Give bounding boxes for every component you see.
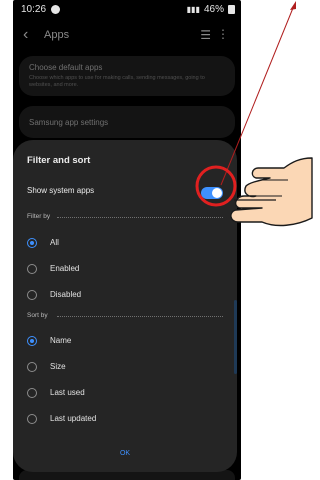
annotation-overlay	[195, 1, 313, 227]
annotation-circle	[195, 165, 237, 207]
annotation-arrow-head	[290, 1, 296, 10]
annotation-arrow-line	[220, 7, 294, 186]
pointing-hand-icon	[230, 157, 313, 227]
